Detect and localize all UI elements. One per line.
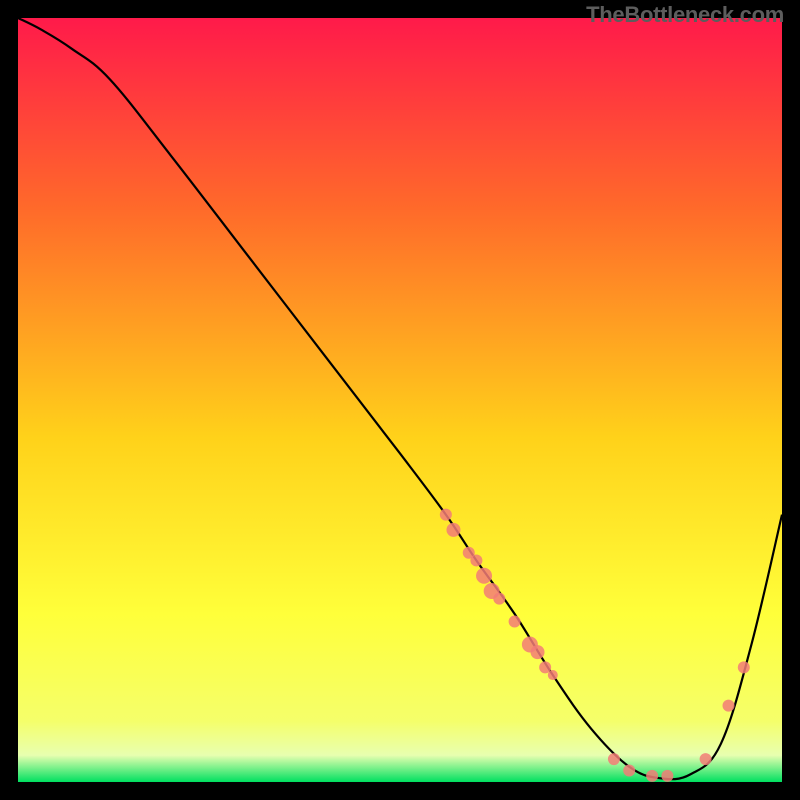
chart-svg [18, 18, 782, 782]
highlight-point [608, 753, 620, 765]
highlight-point [509, 616, 521, 628]
highlight-point [440, 509, 452, 521]
watermark-text: TheBottleneck.com [586, 2, 784, 28]
highlight-point [476, 568, 492, 584]
highlight-point [661, 770, 673, 782]
highlight-point [548, 670, 558, 680]
highlight-point [493, 593, 505, 605]
highlight-point [700, 753, 712, 765]
highlight-point [531, 645, 545, 659]
highlight-point [470, 554, 482, 566]
highlight-point [623, 765, 635, 777]
highlight-point [446, 523, 460, 537]
highlight-point [738, 661, 750, 673]
plot-area [18, 18, 782, 782]
highlight-point [646, 770, 658, 782]
chart-frame: TheBottleneck.com [0, 0, 800, 800]
highlight-point [723, 700, 735, 712]
gradient-background [18, 18, 782, 782]
